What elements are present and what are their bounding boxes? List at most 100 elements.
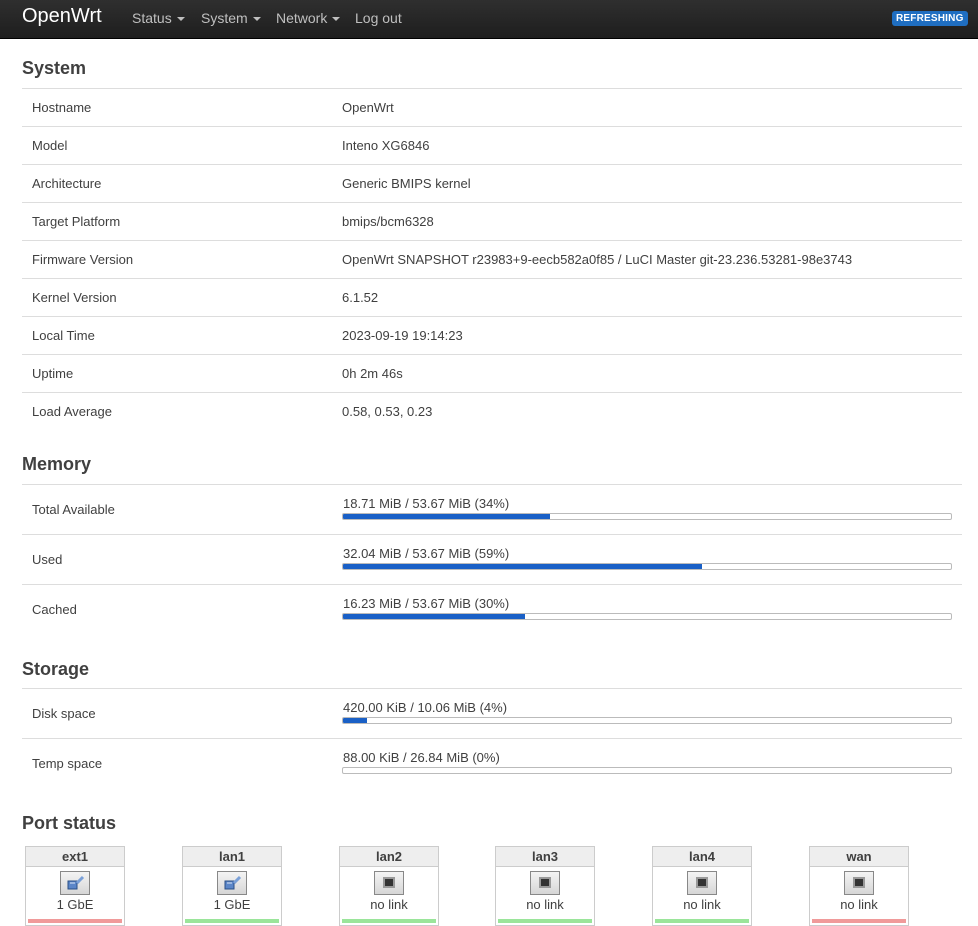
ethernet-connected-icon bbox=[217, 871, 247, 895]
progress-fill bbox=[343, 718, 368, 723]
port-status-indicator bbox=[342, 919, 436, 923]
system-row-key: Model bbox=[32, 138, 68, 153]
system-row-firmware-version: Firmware Version OpenWrt SNAPSHOT r23983… bbox=[22, 240, 962, 278]
system-row-key: Uptime bbox=[32, 366, 74, 381]
memory-section-title: Memory bbox=[22, 454, 92, 474]
port-speed: no link bbox=[370, 897, 408, 912]
system-row-uptime: Uptime 0h 2m 46s bbox=[22, 354, 962, 392]
system-row-value: Generic BMIPS kernel bbox=[342, 176, 471, 191]
port-name: lan1 bbox=[183, 847, 281, 867]
memory-row-value: 18.71 MiB / 53.67 MiB (34%) bbox=[343, 496, 510, 511]
storage-row-disk-space: Disk space 420.00 KiB / 10.06 MiB (4%) bbox=[22, 688, 962, 738]
port-card-ext1: ext1 1 GbE bbox=[25, 846, 125, 926]
system-row-architecture: Architecture Generic BMIPS kernel bbox=[22, 164, 962, 202]
memory-row-key: Used bbox=[32, 552, 63, 567]
progress-fill bbox=[343, 564, 702, 569]
system-row-key: Kernel Version bbox=[32, 290, 117, 305]
ethernet-disconnected-icon bbox=[844, 871, 874, 895]
logout-link[interactable]: Log out bbox=[355, 10, 402, 26]
system-row-key: Load Average bbox=[32, 404, 112, 419]
system-row-value: 2023-09-19 19:14:23 bbox=[342, 328, 463, 343]
nav-menu-status[interactable]: Status bbox=[132, 10, 185, 26]
storage-row-temp-space: Temp space 88.00 KiB / 26.84 MiB (0%) bbox=[22, 738, 962, 788]
system-section-title: System bbox=[22, 58, 87, 78]
ethernet-disconnected-icon bbox=[687, 871, 717, 895]
storage-row-key: Disk space bbox=[32, 706, 96, 721]
nav-menu-status-label: Status bbox=[132, 10, 172, 26]
system-row-hostname: Hostname OpenWrt bbox=[22, 88, 962, 126]
system-row-key: Target Platform bbox=[32, 214, 121, 229]
port-status-indicator bbox=[812, 919, 906, 923]
port-name: ext1 bbox=[26, 847, 124, 867]
top-navbar: OpenWrt Status System Network Log out RE… bbox=[0, 0, 978, 39]
progress-bar bbox=[342, 613, 952, 620]
system-row-target-platform: Target Platform bmips/bcm6328 bbox=[22, 202, 962, 240]
nav-menu-system[interactable]: System bbox=[201, 10, 261, 26]
system-table: Hostname OpenWrt Model Inteno XG6846 Arc… bbox=[22, 88, 962, 430]
system-row-value: 0.58, 0.53, 0.23 bbox=[342, 404, 433, 419]
system-row-value: OpenWrt bbox=[342, 100, 394, 115]
ethernet-disconnected-icon bbox=[530, 871, 560, 895]
progress-bar bbox=[342, 563, 952, 570]
system-row-value: 6.1.52 bbox=[342, 290, 379, 305]
port-card-lan1: lan1 1 GbE bbox=[182, 846, 282, 926]
port-speed: no link bbox=[683, 897, 721, 912]
port-status-indicator bbox=[28, 919, 122, 923]
storage-row-key: Temp space bbox=[32, 756, 103, 771]
memory-row-used: Used 32.04 MiB / 53.67 MiB (59%) bbox=[22, 534, 962, 584]
progress-fill bbox=[343, 614, 526, 619]
port-card-lan3: lan3 no link bbox=[495, 846, 595, 926]
port-name: lan4 bbox=[653, 847, 751, 867]
system-row-key: Local Time bbox=[32, 328, 95, 343]
refreshing-badge[interactable]: REFRESHING bbox=[892, 11, 968, 26]
port-card-wan: wan no link bbox=[809, 846, 909, 926]
nav-menu-network[interactable]: Network bbox=[276, 10, 341, 26]
storage-row-value: 420.00 KiB / 10.06 MiB (4%) bbox=[343, 700, 508, 715]
system-row-model: Model Inteno XG6846 bbox=[22, 126, 962, 164]
nav-menu-system-label: System bbox=[201, 10, 248, 26]
port-speed: 1 GbE bbox=[213, 897, 251, 912]
nav-menu-network-label: Network bbox=[276, 10, 328, 26]
system-row-kernel-version: Kernel Version 6.1.52 bbox=[22, 278, 962, 316]
system-row-local-time: Local Time 2023-09-19 19:14:23 bbox=[22, 316, 962, 354]
port-name: wan bbox=[810, 847, 908, 867]
ethernet-disconnected-icon bbox=[374, 871, 404, 895]
system-row-value: OpenWrt SNAPSHOT r23983+9-eecb582a0f85 /… bbox=[342, 252, 853, 267]
memory-row-cached: Cached 16.23 MiB / 53.67 MiB (30%) bbox=[22, 584, 962, 634]
port-speed: no link bbox=[526, 897, 564, 912]
caret-down-icon bbox=[332, 17, 341, 22]
port-speed: 1 GbE bbox=[56, 897, 94, 912]
port-status-indicator bbox=[498, 919, 592, 923]
system-row-key: Hostname bbox=[32, 100, 92, 115]
storage-table: Disk space 420.00 KiB / 10.06 MiB (4%) T… bbox=[22, 688, 962, 788]
progress-fill bbox=[343, 514, 550, 519]
caret-down-icon bbox=[252, 17, 261, 22]
memory-row-key: Cached bbox=[32, 602, 77, 617]
caret-down-icon bbox=[176, 17, 185, 22]
port-status-section-title: Port status bbox=[22, 813, 117, 833]
storage-section-title: Storage bbox=[22, 659, 90, 679]
progress-bar bbox=[342, 513, 952, 520]
system-row-key: Architecture bbox=[32, 176, 102, 191]
memory-row-value: 32.04 MiB / 53.67 MiB (59%) bbox=[343, 546, 510, 561]
memory-row-value: 16.23 MiB / 53.67 MiB (30%) bbox=[343, 596, 510, 611]
port-status-indicator bbox=[655, 919, 749, 923]
memory-table: Total Available 18.71 MiB / 53.67 MiB (3… bbox=[22, 484, 962, 634]
port-name: lan2 bbox=[340, 847, 438, 867]
port-card-lan4: lan4 no link bbox=[652, 846, 752, 926]
brand-logo[interactable]: OpenWrt bbox=[22, 5, 102, 28]
system-row-value: bmips/bcm6328 bbox=[342, 214, 434, 229]
memory-row-total-available: Total Available 18.71 MiB / 53.67 MiB (3… bbox=[22, 484, 962, 534]
ethernet-connected-icon bbox=[60, 871, 90, 895]
system-row-value: Inteno XG6846 bbox=[342, 138, 430, 153]
progress-bar bbox=[342, 767, 952, 774]
port-status-indicator bbox=[185, 919, 279, 923]
port-speed: no link bbox=[840, 897, 878, 912]
system-row-load-average: Load Average 0.58, 0.53, 0.23 bbox=[22, 392, 962, 430]
port-card-lan2: lan2 no link bbox=[339, 846, 439, 926]
port-name: lan3 bbox=[496, 847, 594, 867]
progress-bar bbox=[342, 717, 952, 724]
system-row-value: 0h 2m 46s bbox=[342, 366, 403, 381]
memory-row-key: Total Available bbox=[32, 502, 115, 517]
system-row-key: Firmware Version bbox=[32, 252, 134, 267]
